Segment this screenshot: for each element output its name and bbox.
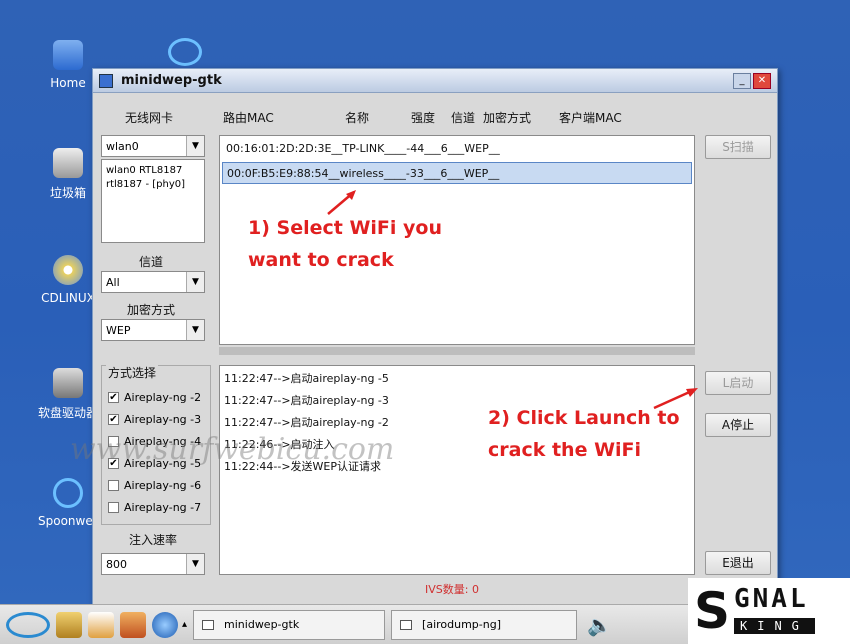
checkbox-icon (108, 501, 119, 513)
network-row[interactable]: 00:0F:B5:E9:88:54__wireless____-33___6__… (222, 162, 692, 184)
dropdown-arrow-icon: ▼ (186, 320, 204, 340)
desktop-icon-floppy[interactable]: 软盘驱动器 (38, 368, 98, 421)
taskbar-item-airodump[interactable]: [airodump-ng] (391, 609, 578, 640)
window-title: minidwep-gtk (121, 73, 222, 88)
method-checkbox[interactable]: ✔ Aireplay-ng -3 (102, 408, 210, 430)
method-label: Aireplay-ng -2 (124, 390, 202, 404)
window-icon (202, 619, 215, 630)
title-bar[interactable]: minidwep-gtk _ ✕ (93, 69, 777, 93)
method-group-label: 方式选择 (106, 364, 159, 381)
nic-info: wlan0 RTL8187 rtl8187 - [phy0] (101, 159, 205, 243)
logo-subtext: KING (734, 618, 815, 634)
app-icon (99, 73, 113, 88)
close-button[interactable]: ✕ (753, 72, 771, 89)
log-panel: 11:22:47-->启动aireplay-ng -5 11:22:47-->启动… (219, 365, 695, 575)
desktop-icon-label: CDLINUX (41, 291, 95, 305)
spoonwep-icon (53, 478, 83, 508)
nic-info-line: rtl8187 - [phy0] (106, 179, 185, 190)
window-icon (400, 619, 413, 630)
splitter[interactable] (219, 347, 695, 355)
desktop-icon-cdlinux[interactable]: CDLINUX (38, 255, 98, 305)
logo-mark: S (694, 582, 731, 640)
annotation-step1: 1) Select WiFi you want to crack (248, 212, 442, 276)
nic-select[interactable]: wlan0 ▼ (101, 135, 205, 157)
encryption-label: 加密方式 (127, 303, 176, 317)
exit-button[interactable]: E退出 (705, 551, 771, 575)
desktop-icon-label: 垃圾箱 (49, 186, 86, 200)
dropdown-arrow-icon: ▼ (186, 272, 204, 292)
signal-king-logo: S GNAL KING (688, 578, 850, 644)
desktop-icon-label: 软盘驱动器 (38, 406, 99, 420)
checkbox-icon: ✔ (108, 391, 119, 403)
rate-select-value: 800 (106, 557, 127, 571)
desktop-wifi-icon[interactable] (168, 38, 202, 66)
volume-icon[interactable]: 🔈 (587, 612, 613, 638)
desktop-icon-trash[interactable]: 垃圾箱 (38, 148, 98, 201)
taskbar-item-minidwep[interactable]: minidwep-gtk (193, 609, 386, 640)
method-label: Aireplay-ng -7 (124, 500, 202, 514)
rate-select[interactable]: 800 ▼ (101, 553, 205, 575)
more-arrow-icon[interactable]: ▴ (182, 619, 187, 630)
ivs-count: IVS数量: 0 (425, 583, 479, 596)
checkbox-icon: ✔ (108, 413, 119, 425)
trash-icon (53, 148, 83, 178)
channel-label: 信道 (139, 255, 164, 269)
browser-icon[interactable] (152, 611, 178, 638)
taskbar-item-label: minidwep-gtk (224, 618, 300, 631)
checkbox-icon (108, 479, 119, 491)
header-channel: 信道 (451, 111, 476, 125)
desktop-icon-label: Home (50, 76, 86, 90)
encryption-select-value: WEP (106, 323, 131, 337)
header-nic: 无线网卡 (125, 111, 174, 125)
desktop-icon-home[interactable]: Home (38, 40, 98, 90)
cd-icon (53, 255, 83, 285)
image-viewer-icon[interactable] (120, 611, 146, 638)
method-checkbox[interactable]: ✔ Aireplay-ng -2 (102, 386, 210, 408)
method-checkbox[interactable]: Aireplay-ng -6 (102, 474, 210, 496)
log-line: 11:22:47-->启动aireplay-ng -5 (224, 372, 389, 385)
logo-text: GNAL (734, 584, 809, 614)
channel-select-value: All (106, 275, 120, 289)
scan-button[interactable]: S扫描 (705, 135, 771, 159)
start-menu-icon[interactable] (6, 611, 50, 638)
text-editor-icon[interactable] (88, 611, 114, 638)
dropdown-arrow-icon: ▼ (186, 554, 204, 574)
watermark: www.surfwebicu.com (70, 432, 395, 467)
rate-label: 注入速率 (129, 533, 178, 547)
annotation-arrow-icon (327, 190, 356, 215)
encryption-select[interactable]: WEP ▼ (101, 319, 205, 341)
method-label: Aireplay-ng -3 (124, 412, 202, 426)
floppy-icon (53, 368, 83, 398)
dropdown-arrow-icon: ▼ (186, 136, 204, 156)
network-row[interactable]: 00:16:01:2D:2D:3E__TP-LINK____-44___6___… (222, 138, 692, 160)
minidwep-window: minidwep-gtk _ ✕ 无线网卡 路由MAC 名称 强度 信道 加密方… (92, 68, 778, 608)
annotation-text: want to crack (248, 249, 394, 271)
taskbar-item-label: [airodump-ng] (422, 618, 501, 631)
header-encryption: 加密方式 (483, 111, 532, 125)
home-icon (53, 40, 83, 70)
nic-select-value: wlan0 (106, 139, 139, 153)
launch-button[interactable]: L启动 (705, 371, 771, 395)
desktop-icon-label: Spoonwep (38, 514, 101, 528)
method-checkbox[interactable]: Aireplay-ng -7 (102, 496, 210, 518)
header-name: 名称 (345, 111, 370, 125)
channel-select[interactable]: All ▼ (101, 271, 205, 293)
header-strength: 强度 (411, 111, 436, 125)
annotation-arrow-icon (653, 388, 698, 410)
desktop-icon-spoonwep[interactable]: Spoonwep (38, 478, 101, 528)
annotation-text: crack the WiFi (488, 439, 642, 461)
minimize-button[interactable]: _ (733, 72, 751, 89)
stop-button[interactable]: A停止 (705, 413, 771, 437)
nic-info-line: wlan0 RTL8187 (106, 165, 183, 176)
header-client-mac: 客户端MAC (559, 111, 622, 125)
method-label: Aireplay-ng -6 (124, 478, 202, 492)
file-manager-icon[interactable] (56, 611, 82, 638)
header-router-mac: 路由MAC (223, 111, 274, 125)
